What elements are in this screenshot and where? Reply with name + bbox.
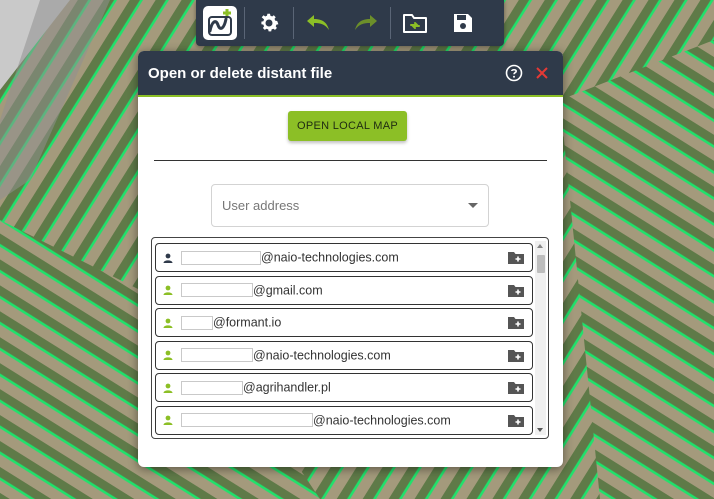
undo-icon: [307, 15, 329, 30]
user-list[interactable]: @naio-technologies.com @gmail.com @formant…: [151, 237, 549, 439]
email-domain: @naio-technologies.com: [313, 413, 451, 428]
user-list-inner: @naio-technologies.com @gmail.com @formant…: [155, 243, 533, 438]
folder-plus-icon[interactable]: [507, 316, 525, 330]
close-icon: [536, 67, 548, 79]
open-distant-button[interactable]: [391, 0, 439, 46]
redacted-name: [181, 250, 261, 265]
redo-button[interactable]: [342, 0, 390, 46]
divider: [154, 160, 547, 161]
user-email: @formant.io: [181, 315, 507, 330]
redacted-name: [181, 413, 313, 428]
open-delete-dialog: Open or delete distant file OPEN LOCAL M…: [138, 51, 563, 467]
user-row[interactable]: @formant.io: [155, 308, 533, 337]
help-circle-icon: [505, 64, 523, 82]
redacted-name: [181, 315, 213, 330]
user-address-placeholder: User address: [222, 198, 300, 213]
help-button[interactable]: [503, 62, 525, 84]
user-email: @gmail.com: [181, 283, 507, 298]
save-button[interactable]: [439, 0, 487, 46]
email-domain: @naio-technologies.com: [253, 348, 391, 363]
floppy-disk-icon: [454, 14, 472, 32]
dialog-header: Open or delete distant file: [138, 51, 563, 97]
redacted-name: [181, 380, 243, 395]
user-icon: [163, 349, 175, 361]
list-scrollbar[interactable]: [535, 241, 546, 435]
new-map-button[interactable]: [196, 0, 244, 46]
folder-plus-icon[interactable]: [507, 381, 525, 395]
main-toolbar: [196, 0, 504, 46]
settings-button[interactable]: [245, 0, 293, 46]
email-domain: @formant.io: [213, 315, 282, 330]
redacted-name: [181, 348, 253, 363]
user-row[interactable]: @naio-technologies.com: [155, 340, 533, 370]
user-email: @naio-technologies.com: [181, 413, 507, 428]
map-plus-icon: [203, 6, 237, 40]
scroll-thumb[interactable]: [537, 255, 545, 273]
user-icon: [163, 284, 175, 296]
open-local-map-button[interactable]: OPEN LOCAL MAP: [288, 111, 407, 141]
undo-button[interactable]: [294, 0, 342, 46]
user-row[interactable]: @gmail.com: [155, 275, 533, 305]
user-row[interactable]: @naio-technologies.com: [155, 243, 533, 272]
gear-icon: [261, 13, 279, 32]
close-button[interactable]: [531, 62, 553, 84]
redo-icon: [355, 15, 377, 30]
user-row[interactable]: @agrihandler.pl: [155, 373, 533, 402]
email-domain: @naio-technologies.com: [261, 250, 399, 265]
email-domain: @agrihandler.pl: [243, 380, 331, 395]
redacted-name: [181, 283, 253, 298]
user-address-select[interactable]: User address: [211, 184, 489, 227]
folder-plus-icon[interactable]: [507, 348, 525, 362]
folder-plus-icon[interactable]: [507, 413, 525, 427]
user-icon: [163, 252, 175, 264]
user-icon: [163, 414, 175, 426]
user-icon: [163, 382, 175, 394]
folder-plus-icon[interactable]: [507, 283, 525, 297]
scroll-up-arrow[interactable]: [537, 244, 543, 248]
user-email: @naio-technologies.com: [181, 250, 507, 265]
user-email: @naio-technologies.com: [181, 348, 507, 363]
scroll-down-arrow[interactable]: [537, 428, 543, 432]
dialog-title: Open or delete distant file: [148, 64, 333, 82]
caret-down-icon: [468, 202, 478, 208]
email-domain: @gmail.com: [253, 283, 323, 298]
user-row[interactable]: @naio-technologies.com: [155, 405, 533, 435]
user-icon: [163, 317, 175, 329]
folder-plus-icon[interactable]: [507, 251, 525, 265]
folder-sync-icon: [403, 14, 427, 33]
user-email: @agrihandler.pl: [181, 380, 507, 395]
